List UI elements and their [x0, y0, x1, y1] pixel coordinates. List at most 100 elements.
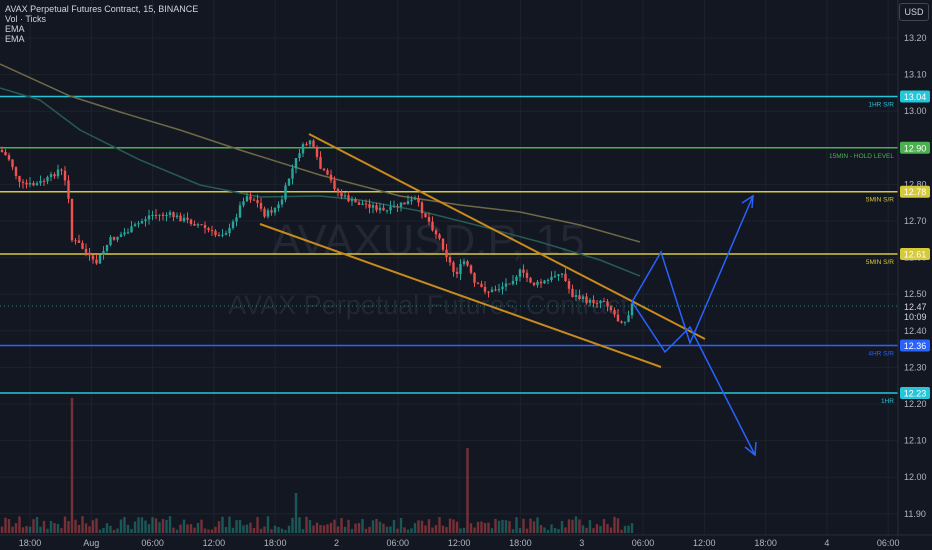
volume-bar	[144, 520, 147, 533]
candle-body	[210, 230, 214, 232]
price-tick-label: 13.00	[904, 106, 927, 116]
volume-bar	[172, 527, 175, 533]
price-tick-label: 12.20	[904, 399, 927, 409]
level-label: 5MIN S/R	[866, 197, 894, 204]
bullish-projection-path[interactable]	[631, 195, 754, 346]
candle-body	[543, 280, 546, 284]
candle-body	[32, 183, 35, 186]
candle-body	[329, 174, 333, 181]
volume-bar	[599, 525, 602, 533]
volume-bar	[221, 516, 224, 533]
candle-body	[224, 233, 228, 235]
indicator-volume[interactable]: Vol · Ticks	[5, 14, 198, 24]
price-axis[interactable]: 13.2013.1013.0012.9012.8012.7012.6012.50…	[897, 0, 932, 550]
volume-bar	[249, 522, 252, 533]
candle-body	[595, 303, 599, 305]
volume-bar	[270, 529, 273, 533]
candle-body	[627, 315, 630, 322]
volume-bar	[329, 522, 333, 533]
candle-body	[550, 276, 553, 281]
candle-body	[147, 215, 151, 220]
volume-bar	[424, 525, 427, 533]
volume-bar	[238, 520, 242, 533]
candle-body	[585, 296, 588, 303]
volume-bar	[602, 519, 606, 533]
candle-body	[473, 272, 476, 283]
candle-body	[361, 203, 364, 205]
candle-body	[207, 228, 210, 231]
indicator-ema-1[interactable]: EMA	[5, 24, 198, 34]
volume-bar	[217, 521, 221, 533]
candle-body	[4, 151, 7, 156]
volume-bar	[319, 525, 322, 533]
volume-bar	[434, 525, 438, 533]
volume-bar	[536, 517, 539, 533]
volume-bar	[60, 528, 63, 533]
price-chart[interactable]: AVAXUSD.P, 15 AVAX Perpetual Futures Con…	[0, 0, 932, 550]
time-axis[interactable]: 18:00 Aug 06:00 12:00 18:00 2 06:00 12:00 18:00 3…	[0, 534, 932, 548]
candle-body	[0, 150, 4, 152]
symbol-title[interactable]: AVAX Perpetual Futures Contract, 15, BIN…	[5, 4, 198, 14]
candle-body	[259, 203, 263, 209]
volume-bar	[417, 520, 420, 533]
volume-bar	[480, 521, 483, 533]
volume-bar	[119, 519, 123, 533]
bearish-projection-path[interactable]	[631, 301, 756, 456]
volume-bar	[252, 528, 256, 533]
volume-bar	[186, 524, 189, 533]
candle-body	[392, 206, 396, 208]
time-tick-label: 06:00	[877, 538, 900, 548]
volume-bar	[476, 521, 480, 533]
indicator-ema-2[interactable]: EMA	[5, 34, 198, 44]
volume-bar	[193, 527, 196, 533]
candle-body	[14, 167, 18, 177]
candle-body	[200, 224, 203, 226]
candle-body	[406, 201, 410, 205]
candle-body	[81, 242, 84, 249]
candle-body	[144, 219, 147, 222]
volume-bar	[123, 516, 126, 533]
candle-body	[375, 205, 378, 211]
projection-paths[interactable]	[631, 194, 757, 457]
volume-bar	[259, 528, 263, 533]
candle-body	[354, 199, 357, 203]
volume-bar	[116, 528, 119, 533]
candle-body	[616, 314, 620, 322]
candle-body	[21, 181, 25, 183]
currency-button[interactable]: USD	[899, 3, 929, 21]
volume-bar	[7, 519, 11, 533]
time-tick-label: 12:00	[693, 538, 716, 548]
volume-bar	[179, 524, 182, 533]
candle-body	[630, 303, 634, 316]
candle-body	[553, 275, 557, 277]
volume-bar	[25, 526, 28, 533]
candle-body	[578, 295, 581, 299]
candle-body	[480, 283, 483, 288]
candle-body	[312, 140, 315, 147]
volume-bar	[53, 523, 56, 533]
level-price-value: 12.78	[904, 187, 927, 197]
candle-body	[399, 202, 403, 207]
level-price-value: 12.90	[904, 143, 927, 153]
candle-body	[340, 191, 343, 197]
volume-bar	[546, 529, 550, 533]
candle-body	[137, 223, 140, 225]
candle-body	[308, 140, 312, 145]
candle-body	[294, 158, 298, 169]
candle-body	[490, 289, 494, 293]
price-tick-label: 12.70	[904, 216, 927, 226]
volume-bar	[109, 525, 112, 533]
candle-body	[609, 306, 613, 310]
time-tick-label: 2	[334, 538, 339, 548]
volume-bar	[543, 527, 546, 533]
candle-body	[620, 321, 623, 323]
candle-body	[469, 265, 473, 273]
candle-body	[11, 159, 14, 168]
volume-bar	[578, 519, 581, 533]
volume-bar	[203, 528, 207, 533]
volume-bar	[305, 516, 308, 533]
volume-bar	[231, 527, 235, 533]
candle-body	[333, 180, 336, 190]
level-price-value: 12.23	[904, 389, 927, 399]
candle-body	[287, 178, 291, 186]
